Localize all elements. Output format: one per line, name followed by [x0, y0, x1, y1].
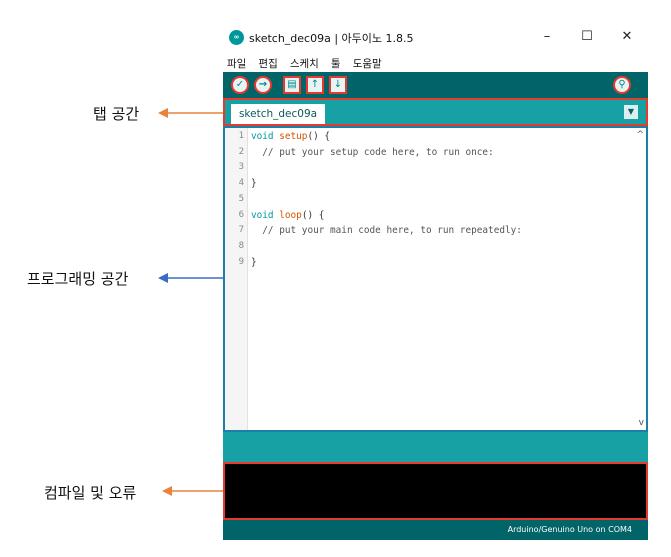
code-line-1: void setup() {: [251, 129, 330, 145]
tab-bar: sketch_dec09a ▼: [223, 98, 648, 126]
upload-button[interactable]: →: [254, 76, 272, 94]
code-line-7: // put your main code here, to run repea…: [251, 225, 522, 237]
maximize-button[interactable]: ☐: [575, 27, 599, 47]
line-number-gutter: 1 2 3 4 5 6 7 8 9: [225, 128, 248, 430]
code-text: () {: [307, 131, 331, 142]
line-number: 3: [238, 162, 244, 173]
arduino-logo-icon: ∞: [229, 30, 244, 45]
line-number: 8: [238, 240, 244, 251]
arrow-programming-area: [158, 273, 224, 283]
scroll-up-icon[interactable]: ^: [636, 130, 644, 140]
line-number: 5: [238, 193, 244, 204]
menu-file[interactable]: 파일: [227, 54, 246, 74]
message-area: [223, 432, 648, 462]
line-number: 1: [238, 131, 244, 141]
menu-tools[interactable]: 툴: [331, 54, 341, 74]
arrow-compile-errors: [162, 486, 224, 496]
open-sketch-button[interactable]: ↑: [306, 76, 324, 94]
code-line-2: // put your setup code here, to run once…: [251, 146, 494, 158]
compile-console: [223, 462, 648, 520]
menu-sketch[interactable]: 스케치: [290, 54, 319, 74]
minimize-button[interactable]: –: [535, 27, 559, 47]
board-port-status: Arduino/Genuino Uno on COM4: [507, 525, 632, 534]
annotation-compile-errors: 컴파일 및 오류: [44, 484, 137, 502]
code-keyword: void: [251, 209, 274, 221]
code-keyword: void: [251, 131, 274, 142]
code-text: () {: [301, 209, 325, 221]
line-number: 4: [238, 178, 244, 189]
new-sketch-button[interactable]: ▤: [283, 76, 301, 94]
line-number: 2: [238, 146, 244, 157]
arrow-tab-area: [158, 108, 224, 118]
tab-sketch[interactable]: sketch_dec09a: [231, 104, 325, 124]
window-title: sketch_dec09a | 아두이노 1.8.5: [249, 32, 414, 45]
annotation-tab-area: 탭 공간: [93, 105, 140, 123]
close-button[interactable]: ✕: [615, 27, 639, 47]
menu-help[interactable]: 도움말: [353, 54, 382, 74]
save-sketch-button[interactable]: ↓: [329, 76, 347, 94]
code-editor[interactable]: 1 2 3 4 5 6 7 8 9 void setup() { // put …: [223, 126, 648, 432]
status-bar: Arduino/Genuino Uno on COM4: [223, 520, 648, 540]
code-line-6: void loop() {: [251, 208, 324, 224]
menu-edit[interactable]: 편집: [258, 54, 277, 74]
code-line-9: }: [251, 256, 257, 268]
line-number: 9: [238, 256, 244, 267]
code-function: loop: [279, 209, 302, 221]
code-function: setup: [279, 131, 308, 142]
verify-button[interactable]: ✓: [231, 76, 249, 94]
code-line-4: }: [251, 178, 257, 190]
annotation-programming-area: 프로그래밍 공간: [27, 270, 129, 288]
title-bar: ∞ sketch_dec09a | 아두이노 1.8.5 – ☐ ✕: [223, 22, 648, 52]
line-number: 6: [238, 209, 244, 220]
toolbar: ✓ → ▤ ↑ ↓ ⚲: [223, 72, 648, 98]
line-number: 7: [238, 225, 244, 236]
arduino-ide-window: ∞ sketch_dec09a | 아두이노 1.8.5 – ☐ ✕ 파일 편집…: [223, 22, 648, 540]
scroll-down-icon[interactable]: v: [639, 418, 644, 428]
tab-menu-icon[interactable]: ▼: [624, 105, 638, 119]
serial-monitor-button[interactable]: ⚲: [613, 76, 631, 94]
menu-bar: 파일 편집 스케치 툴 도움말: [223, 52, 648, 72]
